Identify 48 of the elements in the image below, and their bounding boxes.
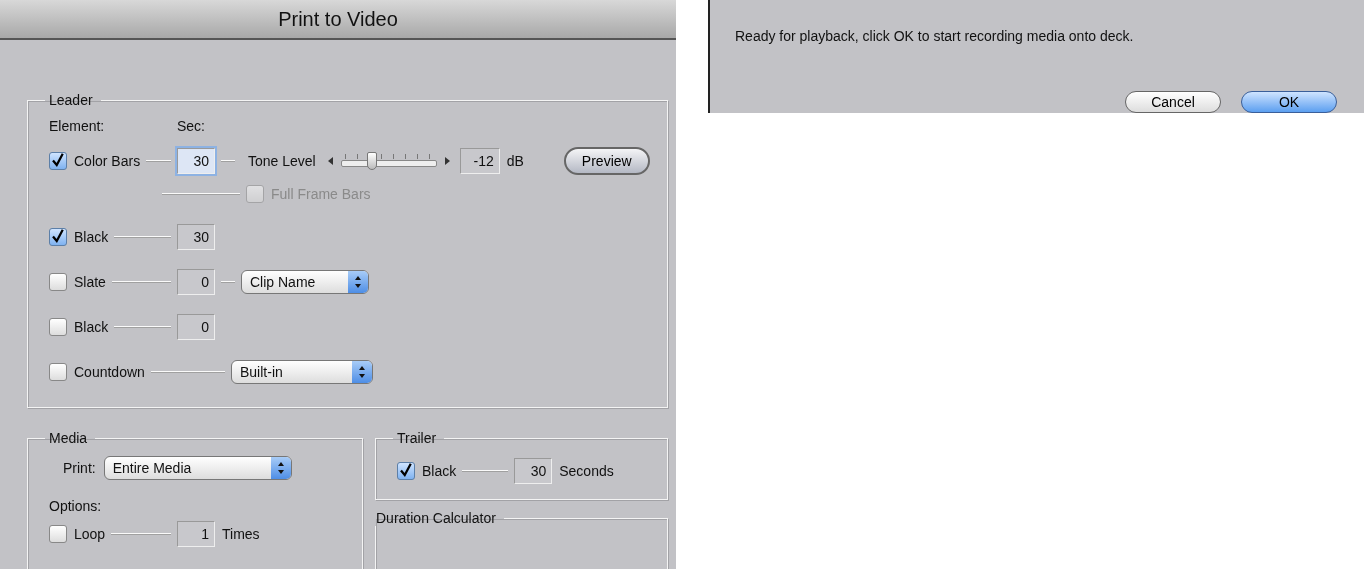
- right-arrow-icon[interactable]: [444, 157, 450, 165]
- stepper-arrows-icon: [352, 361, 372, 383]
- dropdown-select[interactable]: Clip Name: [241, 270, 369, 294]
- checkbox-label: Black: [74, 229, 109, 245]
- tone-level-label: Tone Level: [248, 153, 316, 169]
- seconds-field[interactable]: 30: [177, 224, 215, 250]
- group-title: Leader: [48, 92, 94, 108]
- seconds-field[interactable]: 30: [514, 458, 553, 484]
- window-title: Print to Video: [278, 7, 398, 31]
- checkbox-label: Full Frame Bars: [271, 186, 371, 202]
- checkbox-label: Black: [74, 319, 109, 335]
- checkbox-label: Black: [422, 463, 457, 479]
- checkbox-label: Color Bars: [74, 153, 141, 169]
- checkbox[interactable]: [397, 462, 415, 480]
- seconds-field[interactable]: 0: [177, 269, 215, 295]
- times-field[interactable]: 1: [177, 521, 215, 547]
- unit-label: Times: [222, 526, 260, 542]
- group-title: Duration Calculator: [375, 510, 497, 526]
- unit-label: dB: [506, 153, 524, 169]
- options-label: Options:: [49, 498, 103, 514]
- unit-label: Seconds: [559, 463, 614, 479]
- dialog-button[interactable]: OK: [1241, 91, 1337, 113]
- column-heading: Element:: [49, 118, 106, 134]
- column-heading: Sec:: [177, 118, 205, 134]
- checkbox[interactable]: [49, 363, 67, 381]
- alert-message: Ready for playback, click OK to start recording media onto deck.: [735, 28, 1135, 44]
- group-title: Trailer: [396, 430, 438, 446]
- db-field[interactable]: -12: [459, 148, 500, 174]
- seconds-field[interactable]: 0: [177, 314, 215, 340]
- print-label: Print:: [63, 460, 96, 476]
- stepper-arrows-icon: [348, 271, 368, 293]
- checkbox[interactable]: [49, 273, 67, 291]
- checkbox[interactable]: [49, 525, 67, 543]
- checkbox[interactable]: [49, 228, 67, 246]
- dropdown-select[interactable]: Entire Media: [103, 456, 292, 480]
- group-title: Media: [48, 430, 89, 446]
- stepper-arrows-icon: [270, 457, 291, 479]
- preview-button[interactable]: Preview: [563, 147, 650, 175]
- checkbox-label: Loop: [74, 526, 106, 542]
- dropdown-select[interactable]: Built-in: [231, 360, 373, 384]
- seconds-field[interactable]: 30: [177, 148, 215, 174]
- checkbox-label: Countdown: [74, 364, 145, 380]
- slider-thumb[interactable]: [367, 152, 378, 170]
- dialog-button[interactable]: Cancel: [1125, 91, 1221, 113]
- checkbox-label: Slate: [74, 274, 106, 290]
- checkbox[interactable]: [49, 152, 67, 170]
- checkbox[interactable]: [49, 318, 67, 336]
- left-arrow-icon[interactable]: [327, 157, 333, 165]
